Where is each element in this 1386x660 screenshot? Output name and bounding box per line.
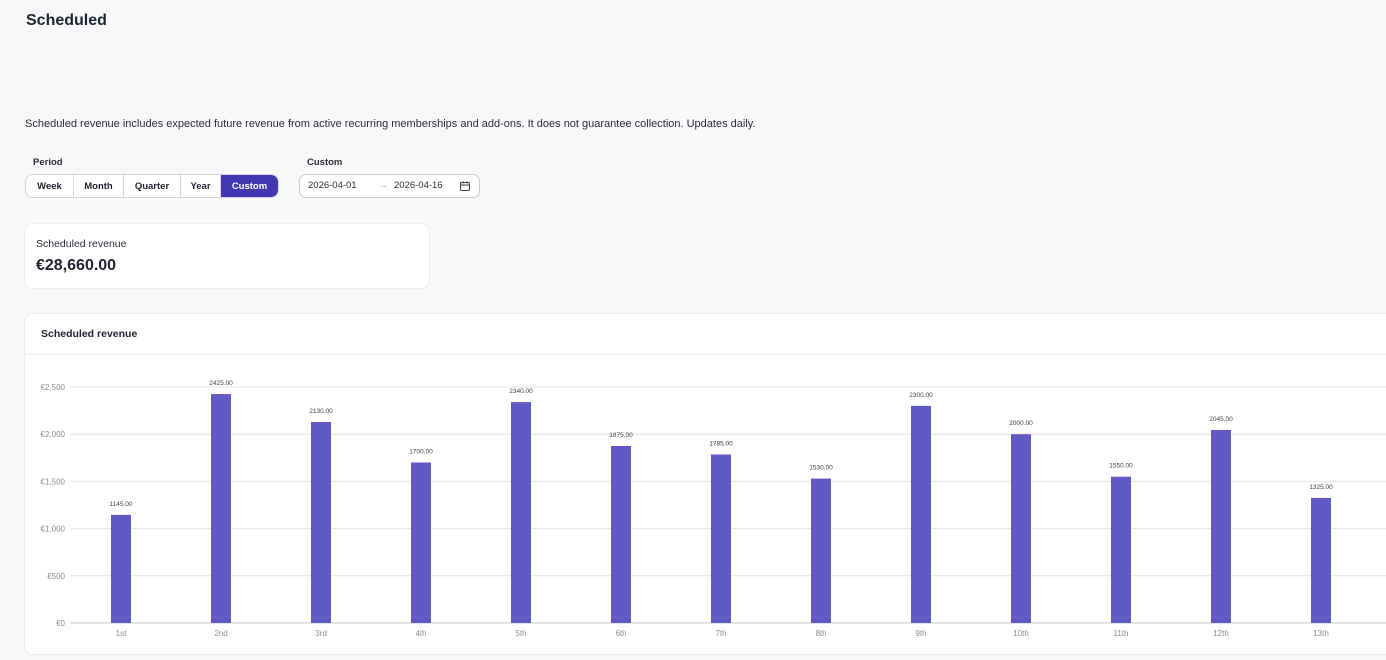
page-title: Scheduled (26, 12, 107, 29)
period-selector: Week Month Quarter Year Custom (25, 174, 279, 198)
x-tick-label: 10th (1013, 629, 1029, 638)
x-tick-label: 7th (715, 629, 726, 638)
x-tick-label: 8th (815, 629, 826, 638)
y-tick-label: €2,500 (41, 383, 66, 392)
bar (1311, 497, 1331, 623)
data-label: 2045.00 (1209, 416, 1233, 423)
bar (1011, 434, 1031, 623)
x-tick-label: 3rd (315, 629, 327, 638)
y-tick-label: €1,500 (41, 477, 66, 486)
data-label: 2300.00 (909, 392, 933, 399)
x-tick-label: 9th (915, 629, 926, 638)
kpi-value: €28,660.00 (36, 257, 117, 274)
bar (311, 421, 331, 623)
data-label: 1875.00 (609, 432, 633, 439)
x-tick-label: 13th (1313, 629, 1329, 638)
x-tick-label: 6th (615, 629, 626, 638)
data-label: 1530.00 (809, 465, 833, 472)
data-label: 2425.00 (209, 380, 233, 387)
data-label: 1785.00 (709, 440, 733, 447)
data-label: 2130.00 (309, 408, 333, 415)
page-description: Scheduled revenue includes expected futu… (25, 118, 756, 130)
period-year-button[interactable]: Year (181, 175, 221, 197)
x-tick-label: 1st (116, 629, 127, 638)
data-label: 1145.00 (109, 501, 132, 508)
period-week-button[interactable]: Week (26, 175, 74, 197)
y-tick-label: €0 (56, 619, 65, 628)
bar (211, 394, 231, 623)
end-date[interactable]: 2026-04-16 (394, 180, 443, 191)
y-tick-label: €2,000 (41, 430, 66, 439)
x-tick-label: 11th (1114, 629, 1129, 638)
y-tick-label: €500 (47, 572, 65, 581)
start-date[interactable]: 2026-04-01 (308, 180, 357, 191)
x-tick-label: 2nd (214, 629, 227, 638)
y-tick-label: €1,000 (41, 525, 66, 534)
x-tick-label: 12th (1213, 629, 1229, 638)
x-tick-label: 5th (515, 629, 526, 638)
bar (1111, 476, 1131, 623)
bar (411, 462, 431, 623)
data-label: 1700.00 (409, 449, 433, 456)
chart-card: Scheduled revenue €0 €500 €1,000 €1,500 €2,0… (25, 314, 1386, 654)
x-tick-label: 4th (415, 629, 426, 638)
bar (811, 478, 831, 623)
data-label: 1325.00 (1309, 484, 1333, 491)
arrow-icon: → (379, 180, 389, 191)
period-custom-button[interactable]: Custom (221, 175, 278, 197)
date-range-picker[interactable]: 2026-04-01 → 2026-04-16 (299, 174, 480, 198)
period-month-button[interactable]: Month (74, 175, 124, 197)
revenue-bar-chart: €0 €500 €1,000 €1,500 €2,000 €2,500 1145.00 1st… (41, 380, 1386, 638)
bar (711, 454, 731, 623)
bar (511, 402, 531, 623)
bar (611, 446, 631, 623)
bar (911, 405, 931, 623)
data-label: 1550.00 (1109, 463, 1133, 470)
bar (111, 514, 131, 623)
calendar-icon[interactable] (459, 180, 471, 192)
kpi-label: Scheduled revenue (36, 238, 127, 250)
data-label: 2340.00 (509, 388, 533, 395)
data-label: 2000.00 (1009, 420, 1033, 427)
period-quarter-button[interactable]: Quarter (124, 175, 181, 197)
bar (1211, 429, 1231, 623)
period-label: Period (33, 157, 63, 168)
kpi-card: Scheduled revenue €28,660.00 (25, 224, 429, 288)
custom-label: Custom (307, 157, 343, 168)
